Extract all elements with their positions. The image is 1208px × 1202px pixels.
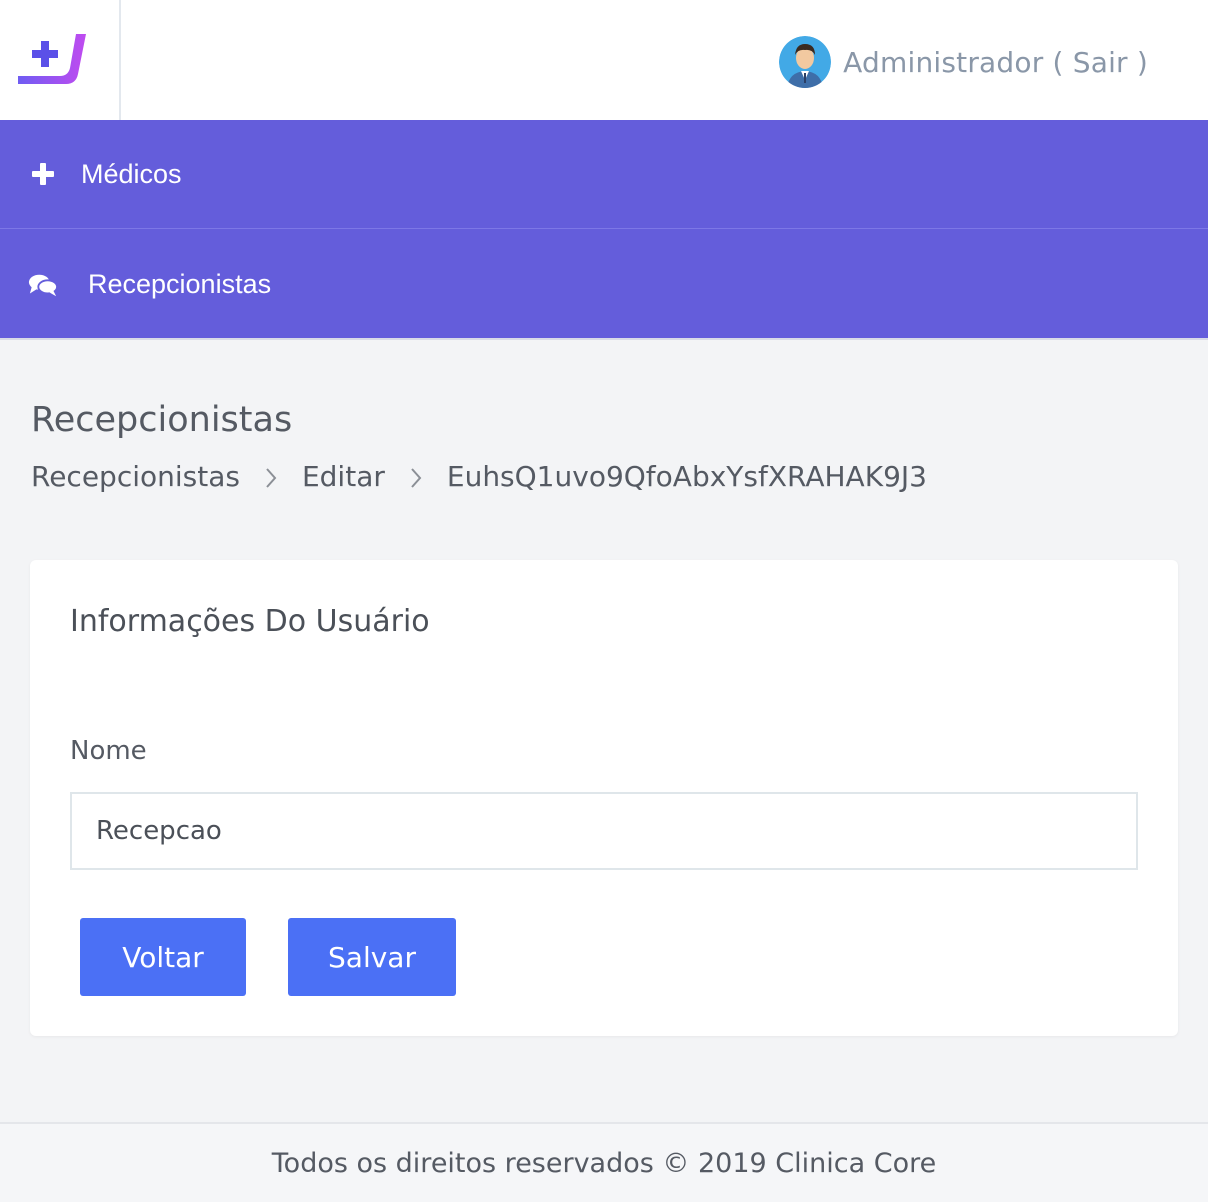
menu-item-recepcionistas[interactable]: Recepcionistas <box>0 230 1208 339</box>
main-menu: Médicos Recepcionistas <box>0 120 1208 340</box>
user-logout-link[interactable]: Administrador ( Sair ) <box>843 46 1148 79</box>
copyright-text: Todos os direitos reservados © 2019 Clin… <box>271 1147 937 1179</box>
breadcrumb-item-editar[interactable]: Editar <box>302 460 385 493</box>
page-title: Recepcionistas <box>31 400 293 440</box>
card-title: Informações Do Usuário <box>70 604 430 639</box>
chevron-right-icon <box>240 460 302 493</box>
menu-item-label: Médicos <box>81 158 182 189</box>
name-label: Nome <box>70 736 147 766</box>
logo[interactable] <box>0 0 121 120</box>
save-button[interactable]: Salvar <box>288 918 456 996</box>
menu-item-label: Recepcionistas <box>88 269 272 299</box>
top-bar: Administrador ( Sair ) <box>0 0 1208 120</box>
menu-item-medicos[interactable]: Médicos <box>0 120 1208 229</box>
avatar <box>779 36 832 88</box>
divider <box>0 338 1208 340</box>
chevron-right-icon <box>385 460 447 493</box>
footer: Todos os direitos reservados © 2019 Clin… <box>0 1122 1208 1202</box>
plus-icon <box>28 159 58 189</box>
user-menu[interactable]: Administrador ( Sair ) <box>779 34 1148 90</box>
breadcrumb-item-id: EuhsQ1uvo9QfoAbxYsfXRAHAK9J3 <box>446 459 927 493</box>
back-button[interactable]: Voltar <box>80 918 246 996</box>
comments-icon <box>28 270 58 300</box>
clinic-logo-icon <box>18 34 86 84</box>
breadcrumb-item-recepcionistas[interactable]: Recepcionistas <box>31 460 240 493</box>
breadcrumb: Recepcionistas Editar EuhsQ1uvo9QfoAbxYs… <box>31 456 927 496</box>
name-input[interactable] <box>70 792 1138 870</box>
user-info-card: Informações Do Usuário Nome Voltar Salva… <box>30 560 1178 1036</box>
